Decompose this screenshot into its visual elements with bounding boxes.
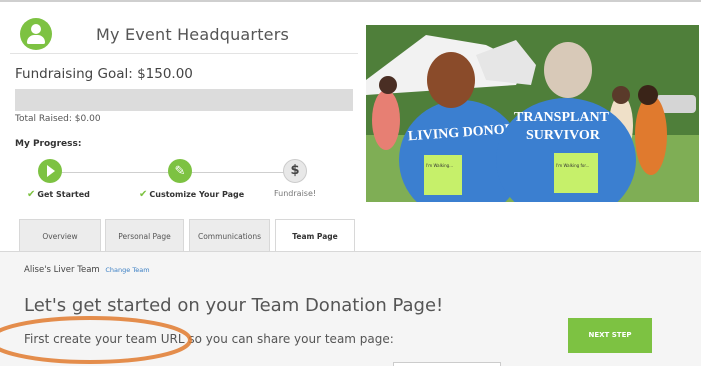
- page-tabs: Overview Personal Page Communications Te…: [0, 219, 701, 253]
- team-url-instruction: First create your team URL so you can sh…: [24, 332, 394, 346]
- event-photo: LIVING DONOR I'm Walking... TRANSPLANT S…: [366, 25, 699, 202]
- dollar-icon: $: [290, 163, 300, 178]
- tab-personal-page[interactable]: Personal Page: [105, 219, 184, 252]
- step-label-text: Fundraise!: [274, 189, 317, 198]
- page-title: My Event Headquarters: [96, 25, 290, 44]
- shirt-right-line2: SURVIVOR: [526, 128, 601, 143]
- step-label-text: Get Started: [37, 190, 90, 199]
- step-label-fundraise[interactable]: Fundraise!: [274, 189, 316, 198]
- fundraise-step-button[interactable]: $: [283, 159, 307, 183]
- pencil-icon: ✎: [174, 163, 186, 178]
- team-name: Alise's Liver Team: [24, 265, 100, 275]
- team-name-row: Alise's Liver Team Change Team: [24, 265, 150, 275]
- user-icon[interactable]: [20, 18, 52, 50]
- get-started-step-button[interactable]: [38, 159, 62, 183]
- step-label-customize[interactable]: ✔ Customize Your Page: [139, 189, 244, 200]
- team-url-input[interactable]: [393, 362, 501, 366]
- team-donation-heading: Let's get started on your Team Donation …: [24, 295, 444, 316]
- next-step-button[interactable]: NEXT STEP: [568, 318, 652, 353]
- check-icon: ✔: [139, 189, 148, 200]
- fundraising-goal: Fundraising Goal: $150.00: [15, 66, 193, 82]
- user-icon-body: [27, 35, 45, 44]
- step-label-text: Customize Your Page: [149, 190, 245, 199]
- change-team-link[interactable]: Change Team: [105, 266, 149, 274]
- event-header: My Event Headquarters: [10, 14, 358, 54]
- badge-left-text: I'm Walking...: [426, 163, 453, 168]
- customize-page-step-button[interactable]: ✎: [168, 159, 192, 183]
- fundraising-progress-bar: [15, 89, 353, 111]
- check-icon: ✔: [27, 189, 36, 200]
- play-icon: [47, 165, 55, 177]
- shirt-right-line1: TRANSPLANT: [514, 110, 610, 125]
- page-frame: My Event Headquarters Fundraising Goal: …: [0, 0, 701, 366]
- tab-overview[interactable]: Overview: [19, 219, 101, 252]
- event-photo-illustration: LIVING DONOR I'm Walking... TRANSPLANT S…: [366, 25, 699, 202]
- user-icon-head: [31, 24, 41, 34]
- my-progress-label: My Progress:: [15, 139, 82, 149]
- step-label-get-started[interactable]: ✔ Get Started: [27, 189, 90, 200]
- top-border: [0, 0, 701, 2]
- tab-team-page[interactable]: Team Page: [275, 219, 355, 253]
- tab-communications[interactable]: Communications: [189, 219, 270, 252]
- total-raised: Total Raised: $0.00: [15, 114, 101, 124]
- badge-right-text: I'm Walking for...: [556, 163, 589, 168]
